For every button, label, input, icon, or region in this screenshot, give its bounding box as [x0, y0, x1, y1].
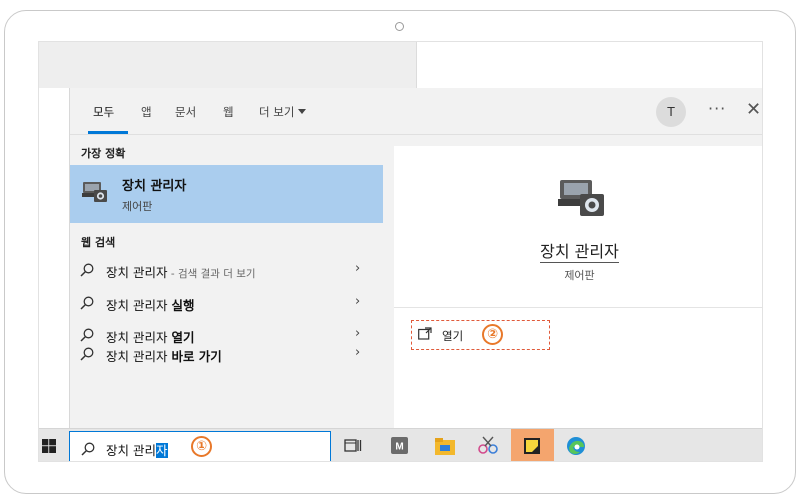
web-result-bold: 실행	[171, 298, 195, 313]
tab-all[interactable]: 모두	[93, 104, 114, 120]
search-icon	[80, 263, 94, 277]
running-app-indicator	[639, 461, 687, 462]
open-label: 열기	[442, 329, 464, 343]
divider	[394, 307, 762, 308]
search-icon	[80, 296, 94, 310]
task-view-icon[interactable]	[341, 435, 365, 457]
open-action[interactable]: 열기	[411, 320, 550, 350]
tab-apps[interactable]: 앱	[141, 104, 152, 120]
step-one-badge: ①	[191, 436, 212, 457]
filter-tab-bar: 모두 앱 문서 웹 더 보기 T ··· ✕	[70, 88, 762, 135]
m-app-icon[interactable]: M	[388, 435, 412, 457]
step-two-badge: ②	[482, 324, 503, 345]
search-icon	[80, 347, 94, 361]
taskbar: 장치 관리자 ① M	[39, 428, 763, 462]
chevron-down-icon	[298, 109, 307, 114]
taskbar-search-input[interactable]: 장치 관리자 ①	[69, 431, 331, 461]
detail-title[interactable]: 장치 관리자	[394, 238, 762, 263]
web-result-text: 장치 관리자	[106, 298, 172, 313]
background-area	[417, 42, 762, 88]
results-list: 가장 정확 장치 관리자 제어판 웹 검색 장치 관리자 - 검색 결과 더 보…	[70, 135, 383, 428]
web-result-bold: 열기	[171, 330, 195, 345]
web-result-item[interactable]: 장치 관리자 바로 가기 ›	[80, 345, 370, 364]
device-manager-icon	[82, 182, 107, 202]
web-result-bold: 바로 가기	[171, 349, 222, 364]
background-window	[39, 42, 417, 88]
search-icon	[80, 328, 94, 342]
open-icon	[418, 327, 432, 340]
search-typed-text: 장치 관리	[106, 443, 156, 458]
active-tab-indicator	[88, 131, 128, 134]
best-match-title: 장치 관리자	[122, 179, 187, 194]
chevron-right-icon: ›	[355, 294, 361, 309]
search-selected-text: 자	[155, 443, 168, 458]
best-match-heading: 가장 정확	[81, 147, 126, 160]
web-result-text: 장치 관리자	[106, 349, 172, 364]
web-result-item[interactable]: 장치 관리자 실행 ›	[80, 294, 370, 313]
avatar[interactable]: T	[656, 97, 686, 127]
tab-web[interactable]: 웹	[223, 104, 234, 120]
close-button[interactable]: ✕	[746, 99, 761, 120]
detail-title-text: 장치 관리자	[540, 242, 619, 263]
screen: 모두 앱 문서 웹 더 보기 T ··· ✕ 가장 정확 장치 관리자 제어판 …	[38, 41, 763, 462]
best-match-subtitle: 제어판	[122, 200, 153, 213]
web-result-text: 장치 관리자	[106, 330, 172, 345]
web-result-item[interactable]: 장치 관리자 - 검색 결과 더 보기 ›	[80, 261, 370, 280]
windows-start-icon[interactable]	[42, 439, 56, 453]
web-result-item[interactable]: 장치 관리자 열기 ›	[80, 326, 370, 345]
chevron-right-icon: ›	[355, 326, 361, 341]
camera-icon	[395, 22, 404, 31]
edge-icon[interactable]	[564, 435, 588, 457]
device-manager-icon	[558, 180, 604, 216]
tab-more[interactable]: 더 보기	[259, 104, 307, 120]
web-result-text: 장치 관리자	[106, 265, 168, 280]
running-app-indicator	[585, 461, 633, 462]
chevron-right-icon: ›	[355, 261, 361, 276]
file-explorer-icon[interactable]	[433, 435, 457, 457]
detail-pane: 장치 관리자 제어판 열기 ②	[394, 146, 762, 428]
snipping-icon[interactable]	[476, 435, 500, 457]
tab-documents[interactable]: 문서	[175, 104, 196, 120]
running-app-indicator	[693, 461, 741, 462]
more-options-button[interactable]: ···	[708, 99, 726, 118]
sticky-notes-icon[interactable]	[520, 435, 544, 457]
search-icon	[81, 442, 95, 456]
svg-text:M: M	[395, 442, 403, 453]
tab-more-label: 더 보기	[259, 105, 295, 119]
web-search-heading: 웹 검색	[81, 236, 116, 249]
best-match-item[interactable]: 장치 관리자 제어판	[70, 165, 383, 223]
start-search-panel: 모두 앱 문서 웹 더 보기 T ··· ✕ 가장 정확 장치 관리자 제어판 …	[69, 88, 762, 428]
running-app-indicator	[739, 461, 763, 462]
chevron-right-icon: ›	[355, 345, 361, 360]
web-result-suffix: - 검색 결과 더 보기	[167, 268, 256, 280]
detail-subtitle: 제어판	[564, 269, 595, 282]
